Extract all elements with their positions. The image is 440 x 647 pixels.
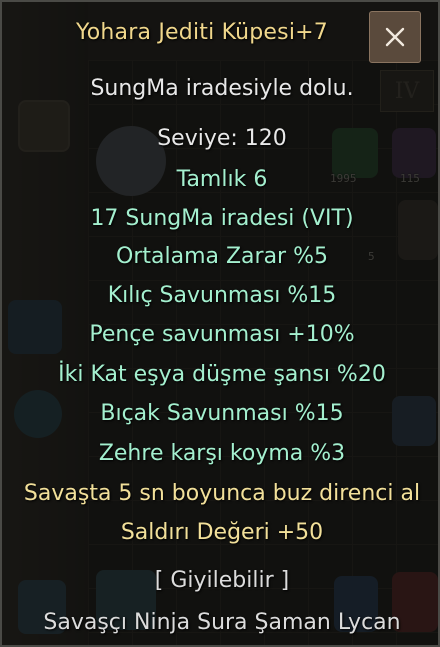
special-attribute-line: Saldırı Değeri +50 bbox=[120, 520, 324, 545]
tooltip-header: Yohara Jediti Küpesi+7 bbox=[2, 2, 440, 68]
attribute-line: Bıçak Savunması %15 bbox=[100, 401, 344, 426]
item-level: Seviye: 120 bbox=[157, 126, 287, 151]
attribute-line: Pençe savunması +10% bbox=[89, 322, 355, 347]
item-tooltip: Yohara Jediti Küpesi+7 SungMa iradesiyle… bbox=[0, 0, 440, 647]
attribute-line: Zehre karşı koyma %3 bbox=[98, 441, 346, 466]
allowed-classes: Savaşçı Ninja Sura Şaman Lycan bbox=[43, 610, 401, 635]
attribute-line: Kılıç Savunması %15 bbox=[107, 283, 337, 308]
item-description: SungMa iradesiyle dolu. bbox=[90, 76, 354, 101]
attribute-line: Ortalama Zarar %5 bbox=[116, 244, 328, 269]
close-x-icon bbox=[385, 27, 405, 47]
special-attribute-line: Savaşta 5 sn boyunca buz direnci al bbox=[23, 481, 421, 506]
wearable-status: [ Giyilebilir ] bbox=[154, 568, 290, 593]
close-button[interactable] bbox=[369, 11, 421, 63]
item-perfection: Tamlık 6 bbox=[176, 167, 268, 192]
attribute-line: 17 SungMa iradesi (VIT) bbox=[90, 206, 354, 231]
attribute-line: İki Kat eşya düşme şansı %20 bbox=[58, 362, 386, 387]
